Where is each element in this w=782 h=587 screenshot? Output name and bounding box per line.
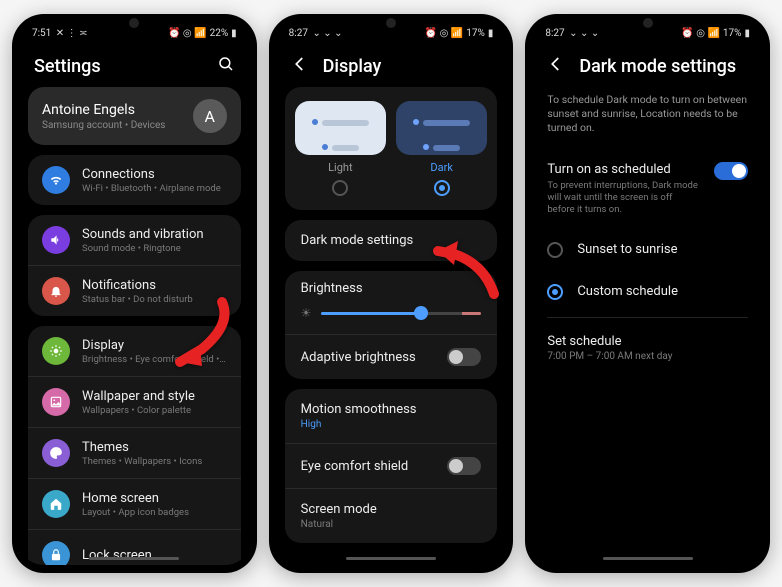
dark-label: Dark: [396, 161, 487, 174]
row-subtitle: Layout • App icon badges: [82, 507, 227, 518]
profile-subtitle: Samsung account • Devices: [42, 120, 183, 131]
settings-row-themes[interactable]: ThemesThemes • Wallpapers • Icons: [28, 427, 241, 478]
display-icon: [42, 337, 70, 365]
settings-row-home-screen[interactable]: Home screenLayout • App icon badges: [28, 478, 241, 529]
front-camera-notch: [129, 18, 139, 28]
row-title: Lock screen: [82, 548, 227, 563]
row-title: Sounds and vibration: [82, 227, 227, 242]
dark-mode-settings-row[interactable]: Dark mode settings: [285, 220, 498, 261]
light-label: Light: [295, 161, 386, 174]
sound-icon: [42, 226, 70, 254]
wallpaper-icon: [42, 388, 70, 416]
theme-option-dark[interactable]: Dark: [396, 101, 487, 200]
page-title: Display: [323, 56, 492, 77]
settings-row-display[interactable]: DisplayBrightness • Eye comfort shield •…: [28, 326, 241, 376]
back-icon[interactable]: [291, 55, 309, 77]
profile-card[interactable]: Antoine Engels Samsung account • Devices…: [28, 87, 241, 145]
dark-theme-thumb: [396, 101, 487, 155]
front-camera-notch: [643, 18, 653, 28]
row-subtitle: Themes • Wallpapers • Icons: [82, 456, 227, 467]
lock-icon: [42, 541, 70, 565]
search-icon[interactable]: [217, 55, 235, 77]
row-subtitle: Wallpapers • Color palette: [82, 405, 227, 416]
settings-row-connections[interactable]: ConnectionsWi-Fi • Bluetooth • Airplane …: [28, 155, 241, 205]
status-time: 8:27: [289, 28, 308, 39]
page-title: Dark mode settings: [579, 56, 748, 77]
brightness-low-icon: ☀: [301, 306, 312, 320]
row-subtitle: Wi-Fi • Bluetooth • Airplane mode: [82, 183, 227, 194]
home-icon: [42, 490, 70, 518]
front-camera-notch: [386, 18, 396, 28]
adaptive-brightness-row[interactable]: Adaptive brightness: [285, 334, 498, 379]
status-battery: 22%: [210, 28, 229, 39]
schedule-description: To schedule Dark mode to turn on between…: [531, 87, 764, 150]
status-battery: 17%: [466, 28, 485, 39]
light-theme-thumb: [295, 101, 386, 155]
themes-icon: [42, 439, 70, 467]
gesture-bar[interactable]: [89, 557, 179, 560]
bell-icon: [42, 277, 70, 305]
profile-name: Antoine Engels: [42, 102, 183, 118]
row-title: Display: [82, 338, 227, 353]
row-title: Themes: [82, 440, 227, 455]
sunset-radio[interactable]: [547, 242, 563, 258]
phone-display: 8:27 ⌄ ⌄ ⌄ ⏰ ◎ 📶17%▮ Display Light: [269, 14, 514, 573]
custom-option-row[interactable]: Custom schedule: [531, 271, 764, 313]
screen-mode-row[interactable]: Screen mode Natural: [285, 488, 498, 543]
adaptive-brightness-toggle[interactable]: [447, 348, 481, 366]
row-subtitle: Brightness • Eye comfort shield • Naviga…: [82, 354, 227, 365]
eye-comfort-row[interactable]: Eye comfort shield: [285, 443, 498, 488]
eye-comfort-toggle[interactable]: [447, 457, 481, 475]
custom-radio[interactable]: [547, 284, 563, 300]
motion-smoothness-row[interactable]: Motion smoothness High: [285, 389, 498, 443]
turn-on-scheduled-row[interactable]: Turn on as scheduled To prevent interrup…: [531, 150, 764, 229]
phone-settings: 7:51 ✕ ⋮ ≍ ⏰ ◎ 📶22%▮ Settings Antoine En…: [12, 14, 257, 573]
row-subtitle: Status bar • Do not disturb: [82, 294, 227, 305]
gesture-bar[interactable]: [603, 557, 693, 560]
back-icon[interactable]: [547, 55, 565, 77]
page-title: Settings: [34, 56, 203, 77]
gesture-bar[interactable]: [346, 557, 436, 560]
row-subtitle: Sound mode • Ringtone: [82, 243, 227, 254]
row-title: Home screen: [82, 491, 227, 506]
row-title: Notifications: [82, 278, 227, 293]
brightness-slider[interactable]: [321, 312, 481, 315]
status-time: 8:27: [545, 28, 564, 39]
turn-on-scheduled-toggle[interactable]: [714, 162, 748, 180]
brightness-row: Brightness ☀: [285, 271, 498, 334]
divider: [547, 317, 748, 318]
theme-picker: Light Dark: [285, 87, 498, 210]
settings-row-wallpaper-and-style[interactable]: Wallpaper and styleWallpapers • Color pa…: [28, 376, 241, 427]
row-title: Connections: [82, 167, 227, 182]
dark-radio[interactable]: [434, 180, 450, 196]
sunset-option-row[interactable]: Sunset to sunrise: [531, 229, 764, 271]
theme-option-light[interactable]: Light: [295, 101, 386, 200]
settings-row-sounds-and-vibration[interactable]: Sounds and vibrationSound mode • Rington…: [28, 215, 241, 265]
phone-dark-mode-settings: 8:27 ⌄ ⌄ ⌄ ⏰ ◎ 📶17%▮ Dark mode settings …: [525, 14, 770, 573]
set-schedule-row[interactable]: Set schedule 7:00 PM – 7:00 AM next day: [531, 322, 764, 374]
row-title: Wallpaper and style: [82, 389, 227, 404]
settings-row-notifications[interactable]: NotificationsStatus bar • Do not disturb: [28, 265, 241, 316]
avatar: A: [193, 99, 227, 133]
status-battery: 17%: [723, 28, 742, 39]
wifi-icon: [42, 166, 70, 194]
status-time: 7:51: [32, 28, 51, 39]
light-radio[interactable]: [332, 180, 348, 196]
